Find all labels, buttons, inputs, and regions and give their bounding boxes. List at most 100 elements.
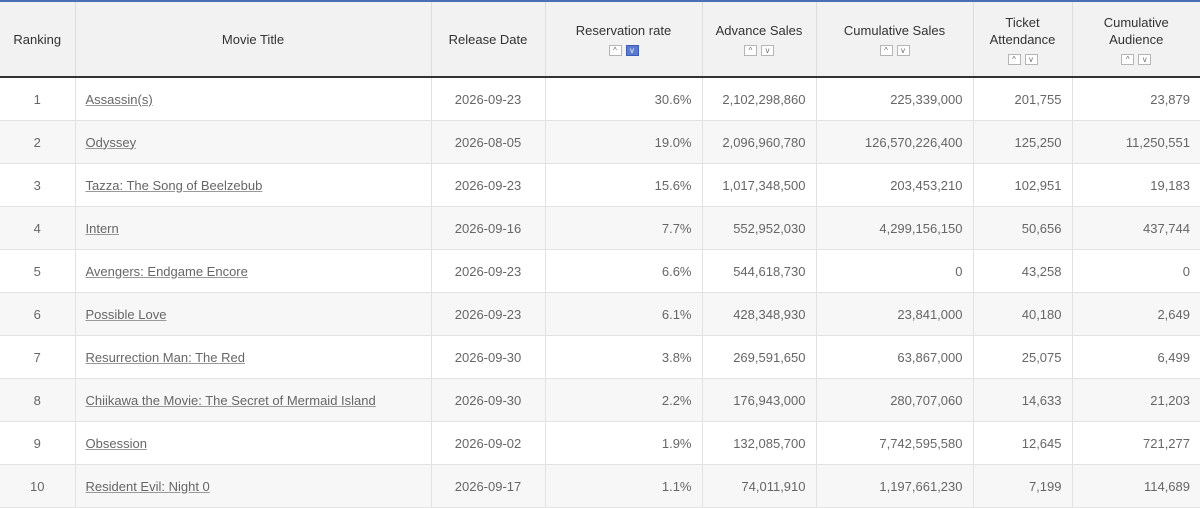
- cell-ticket-attendance: 40,180: [973, 292, 1073, 336]
- cell-cumulative-sales: 23,841,000: [816, 292, 974, 336]
- movie-title-link[interactable]: Obsession: [86, 436, 147, 451]
- sort-controls-cumulative-audience: ^ v: [1077, 53, 1197, 65]
- cell-ticket-attendance: 12,645: [973, 421, 1073, 465]
- cell-movie-title: Resident Evil: Night 0: [75, 464, 432, 508]
- cell-movie-title: Odyssey: [75, 120, 432, 164]
- cell-release-date: 2026-09-16: [431, 206, 546, 250]
- cell-ranking: 1: [0, 77, 76, 121]
- sort-down-icon[interactable]: v: [1024, 53, 1038, 65]
- cell-cumulative-audience: 11,250,551: [1072, 120, 1200, 164]
- header-cumulative-audience: Cumulative Audience ^ v: [1072, 2, 1200, 78]
- movie-title-link[interactable]: Intern: [86, 221, 119, 236]
- cell-ranking: 5: [0, 249, 76, 293]
- cell-release-date: 2026-09-23: [431, 77, 546, 121]
- cell-movie-title: Intern: [75, 206, 432, 250]
- cell-cumulative-audience: 19,183: [1072, 163, 1200, 207]
- header-row: Ranking Movie Title Release Date Reserva…: [0, 2, 1200, 78]
- movie-title-link[interactable]: Assassin(s): [86, 92, 153, 107]
- cell-movie-title: Obsession: [75, 421, 432, 465]
- cell-reservation-rate: 19.0%: [545, 120, 703, 164]
- cell-advance-sales: 132,085,700: [702, 421, 817, 465]
- table-row: 8 Chiikawa the Movie: The Secret of Merma…: [0, 378, 1200, 422]
- movie-title-link[interactable]: Possible Love: [86, 307, 167, 322]
- cell-cumulative-sales: 7,742,595,580: [816, 421, 974, 465]
- cell-ranking: 9: [0, 421, 76, 465]
- cell-reservation-rate: 3.8%: [545, 335, 703, 379]
- sort-up-icon[interactable]: ^: [608, 45, 622, 56]
- table-row: 1 Assassin(s) 2026-09-23 30.6% 2,102,298,860…: [0, 77, 1200, 121]
- movie-title-link[interactable]: Avengers: Endgame Encore: [86, 264, 248, 279]
- cell-ticket-attendance: 7,199: [973, 464, 1073, 508]
- cell-release-date: 2026-08-05: [431, 120, 546, 164]
- cell-ticket-attendance: 50,656: [973, 206, 1073, 250]
- cell-cumulative-audience: 437,744: [1072, 206, 1200, 250]
- cell-cumulative-audience: 6,499: [1072, 335, 1200, 379]
- table-row: 4 Intern 2026-09-16 7.7% 552,952,030 4,299,15…: [0, 206, 1200, 250]
- cell-ticket-attendance: 201,755: [973, 77, 1073, 121]
- header-movie-title: Movie Title: [75, 2, 432, 78]
- cell-cumulative-sales: 63,867,000: [816, 335, 974, 379]
- cell-release-date: 2026-09-30: [431, 378, 546, 422]
- cell-movie-title: Tazza: The Song of Beelzebub: [75, 163, 432, 207]
- sort-controls-advance-sales: ^ v: [707, 45, 812, 56]
- table-row: 5 Avengers: Endgame Encore 2026-09-23 6.6% 5…: [0, 249, 1200, 293]
- sort-down-icon[interactable]: v: [896, 45, 910, 56]
- cell-ticket-attendance: 14,633: [973, 378, 1073, 422]
- table-body: 1 Assassin(s) 2026-09-23 30.6% 2,102,298,860…: [0, 77, 1200, 508]
- cell-reservation-rate: 15.6%: [545, 163, 703, 207]
- sort-down-icon[interactable]: v: [761, 45, 774, 56]
- movie-title-link[interactable]: Tazza: The Song of Beelzebub: [86, 178, 263, 193]
- cell-advance-sales: 176,943,000: [702, 378, 817, 422]
- sort-controls-ticket-attendance: ^ v: [978, 53, 1068, 65]
- cell-movie-title: Chiikawa the Movie: The Secret of Mermai…: [75, 378, 432, 422]
- sort-up-icon[interactable]: ^: [1007, 53, 1021, 65]
- sort-up-icon[interactable]: ^: [879, 45, 893, 56]
- table-row: 7 Resurrection Man: The Red 2026-09-30 3.8%…: [0, 335, 1200, 379]
- movie-title-link[interactable]: Resurrection Man: The Red: [86, 350, 245, 365]
- header-release-date: Release Date: [431, 2, 546, 78]
- cell-ranking: 2: [0, 120, 76, 164]
- sort-down-icon[interactable]: v: [1138, 53, 1152, 65]
- cell-reservation-rate: 6.6%: [545, 249, 703, 293]
- cell-movie-title: Resurrection Man: The Red: [75, 335, 432, 379]
- cell-ranking: 6: [0, 292, 76, 336]
- cell-advance-sales: 2,096,960,780: [702, 120, 817, 164]
- cell-advance-sales: 269,591,650: [702, 335, 817, 379]
- cell-advance-sales: 2,102,298,860: [702, 77, 817, 121]
- movie-title-link[interactable]: Chiikawa the Movie: The Secret of Mermai…: [86, 393, 376, 408]
- cell-cumulative-audience: 114,689: [1072, 464, 1200, 508]
- cell-ranking: 3: [0, 163, 76, 207]
- cell-cumulative-sales: 1,197,661,230: [816, 464, 974, 508]
- cell-movie-title: Assassin(s): [75, 77, 432, 121]
- cell-advance-sales: 428,348,930: [702, 292, 817, 336]
- table-row: 9 Obsession 2026-09-02 1.9% 132,085,700 7,742…: [0, 421, 1200, 465]
- header-ranking: Ranking: [0, 2, 76, 78]
- table-row: 10 Resident Evil: Night 0 2026-09-17 1.1% 74…: [0, 464, 1200, 508]
- cell-cumulative-audience: 21,203: [1072, 378, 1200, 422]
- cell-reservation-rate: 7.7%: [545, 206, 703, 250]
- movie-title-link[interactable]: Odyssey: [86, 135, 137, 150]
- cell-advance-sales: 544,618,730: [702, 249, 817, 293]
- cell-reservation-rate: 1.9%: [545, 421, 703, 465]
- cell-ranking: 4: [0, 206, 76, 250]
- table-row: 3 Tazza: The Song of Beelzebub 2026-09-23 1…: [0, 163, 1200, 207]
- cell-ticket-attendance: 125,250: [973, 120, 1073, 164]
- movie-title-link[interactable]: Resident Evil: Night 0: [86, 479, 210, 494]
- header-ticket-attendance: Ticket Attendance ^ v: [973, 2, 1073, 78]
- cell-release-date: 2026-09-23: [431, 163, 546, 207]
- cell-ticket-attendance: 25,075: [973, 335, 1073, 379]
- cell-ranking: 8: [0, 378, 76, 422]
- header-advance-sales: Advance Sales ^ v: [702, 2, 817, 78]
- cell-reservation-rate: 30.6%: [545, 77, 703, 121]
- cell-advance-sales: 552,952,030: [702, 206, 817, 250]
- cell-reservation-rate: 6.1%: [545, 292, 703, 336]
- sort-up-icon[interactable]: ^: [1121, 53, 1135, 65]
- box-office-table: Ranking Movie Title Release Date Reserva…: [0, 2, 1200, 508]
- table-row: 2 Odyssey 2026-08-05 19.0% 2,096,960,780 126,…: [0, 120, 1200, 164]
- sort-down-icon[interactable]: v: [625, 45, 639, 56]
- cell-cumulative-audience: 2,649: [1072, 292, 1200, 336]
- sort-up-icon[interactable]: ^: [744, 45, 757, 56]
- cell-ranking: 10: [0, 464, 76, 508]
- header-cumulative-sales: Cumulative Sales ^ v: [816, 2, 974, 78]
- cell-ticket-attendance: 102,951: [973, 163, 1073, 207]
